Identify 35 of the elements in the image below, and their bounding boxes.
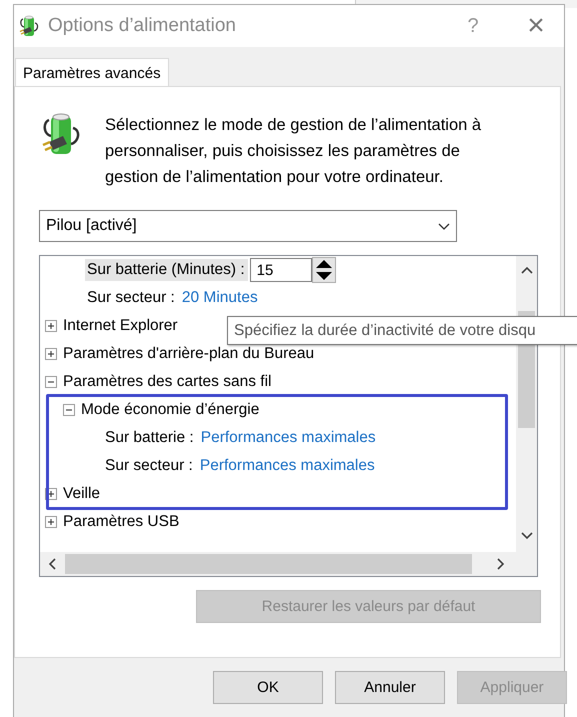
setting-label[interactable]: Sur secteur : xyxy=(103,455,196,477)
scroll-left-icon[interactable] xyxy=(48,558,56,570)
scroll-right-icon[interactable] xyxy=(497,558,505,570)
instruction-text: Sélectionnez le mode de gestion de l’alimentation à personnaliser, puis choisissez les paramètres de gestion de l’alimentation pour votre ordinateur. xyxy=(105,115,482,188)
tree-item[interactable]: Paramètres d'arrière-plan du Bureau xyxy=(63,345,314,363)
expand-icon[interactable] xyxy=(45,348,57,360)
battery-plug-icon xyxy=(18,15,40,37)
chevron-down-icon xyxy=(438,222,450,230)
cancel-button[interactable]: Annuler xyxy=(335,671,445,704)
expand-icon[interactable] xyxy=(45,320,57,332)
tooltip: Spécifiez la durée d’inactivité de votre disqu xyxy=(227,316,577,345)
close-button[interactable]: × xyxy=(508,11,564,41)
setting-label[interactable]: Sur secteur : xyxy=(85,287,178,309)
spin-buttons[interactable] xyxy=(312,257,336,283)
setting-label[interactable]: Sur batterie (Minutes) : xyxy=(85,259,248,281)
number-field[interactable]: 15 xyxy=(250,258,312,282)
collapse-icon[interactable] xyxy=(45,376,57,388)
expand-icon[interactable] xyxy=(45,516,57,528)
setting-value-link[interactable]: Performances maximales xyxy=(200,429,376,447)
tree-item[interactable]: Paramètres USB xyxy=(63,513,180,531)
tab[interactable]: Paramètres avancés xyxy=(15,58,169,87)
scroll-up-icon[interactable] xyxy=(521,266,533,274)
tree-item[interactable]: Internet Explorer xyxy=(63,317,178,335)
tree-item[interactable]: Paramètres des cartes sans fil xyxy=(63,373,272,391)
collapse-icon[interactable] xyxy=(63,404,75,416)
ok-button[interactable]: OK xyxy=(213,671,323,704)
window-title: Options d’alimentation xyxy=(48,15,237,37)
tree-item[interactable]: Mode économie d’énergie xyxy=(81,401,260,419)
power-plan-dropdown[interactable]: Pilou [activé] xyxy=(39,210,457,242)
setting-label[interactable]: Sur batterie : xyxy=(103,427,197,449)
tree-item[interactable]: Veille xyxy=(63,485,100,503)
setting-value-link[interactable]: 20 Minutes xyxy=(182,289,258,307)
scrollbar-thumb[interactable] xyxy=(65,554,472,574)
scroll-down-icon[interactable] xyxy=(521,532,533,540)
setting-value-link[interactable]: Performances maximales xyxy=(200,457,375,475)
